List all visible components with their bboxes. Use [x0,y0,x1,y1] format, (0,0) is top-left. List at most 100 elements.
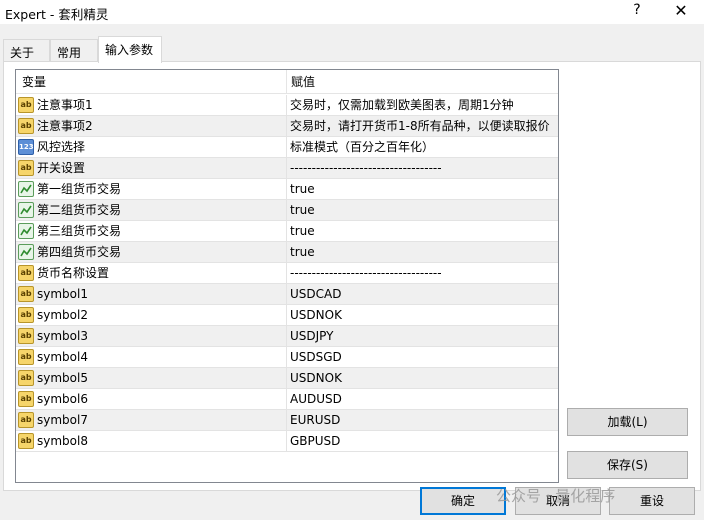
table-row[interactable]: 123 风控选择 标准模式（百分之百年化） [16,137,558,158]
tab-inputs[interactable]: 输入参数 [98,36,162,63]
variable-name: symbol3 [37,329,88,343]
variable-name: 第四组货币交易 [37,245,122,259]
load-button[interactable]: 加载(L) [567,408,688,436]
variable-name: 第三组货币交易 [37,224,122,238]
value-cell[interactable]: true [287,242,558,262]
variable-cell: ab symbol2 [16,305,287,325]
variable-name: 注意事项2 [37,119,93,133]
variable-cell: ab 货币名称设置 [16,263,287,283]
variable-name: symbol6 [37,392,88,406]
string-icon: ab [18,349,34,365]
bool-icon [18,181,34,197]
help-button[interactable]: ? [629,2,645,18]
table-row[interactable]: 第四组货币交易 true [16,242,558,263]
value-cell[interactable]: USDSGD [287,347,558,367]
variable-cell: ab symbol5 [16,368,287,388]
grid-header: 变量 赋值 [16,70,558,94]
value-cell[interactable]: true [287,179,558,199]
variable-cell: ab symbol7 [16,410,287,430]
variable-name: symbol5 [37,371,88,385]
variable-name: 注意事项1 [37,98,93,112]
number-icon: 123 [18,139,34,155]
variable-name: symbol4 [37,350,88,364]
variable-name: symbol8 [37,434,88,448]
string-icon: ab [18,118,34,134]
table-row[interactable]: ab symbol6 AUDUSD [16,389,558,410]
variable-cell: 第二组货币交易 [16,200,287,220]
parameters-grid[interactable]: 变量 赋值 ab 注意事项1 交易时，仅需加载到欧美图表，周期1分钟 ab 注意事项2 交… [15,69,559,483]
variable-cell: ab symbol1 [16,284,287,304]
string-icon: ab [18,370,34,386]
value-cell[interactable]: 交易时，仅需加载到欧美图表，周期1分钟 [287,95,558,115]
column-header-variable[interactable]: 变量 [16,70,287,94]
value-cell[interactable]: 交易时，请打开货币1-8所有品种，以便读取报价 [287,116,558,136]
variable-name: 第二组货币交易 [37,203,122,217]
string-icon: ab [18,391,34,407]
value-cell[interactable]: GBPUSD [287,431,558,451]
watermark: 公众号 · 量化程序 [496,487,616,505]
bool-icon [18,223,34,239]
table-row[interactable]: ab symbol1 USDCAD [16,284,558,305]
tab-about[interactable]: 关于 [3,39,50,62]
tab-panel-inputs: 变量 赋值 ab 注意事项1 交易时，仅需加载到欧美图表，周期1分钟 ab 注意事项2 交… [3,61,701,491]
variable-cell: ab 注意事项2 [16,116,287,136]
variable-name: symbol7 [37,413,88,427]
variable-name: 风控选择 [37,140,86,154]
save-button[interactable]: 保存(S) [567,451,688,479]
value-cell[interactable]: USDCAD [287,284,558,304]
value-cell[interactable]: true [287,221,558,241]
column-header-value[interactable]: 赋值 [287,70,558,94]
title-bar: Expert - 套利精灵 ? ✕ [0,0,704,24]
value-cell[interactable]: ----------------------------------- [287,158,558,178]
dialog-body: 关于 常用 输入参数 变量 赋值 ab 注意事项1 交易时，仅需加载到欧美图表，周期… [0,24,704,520]
variable-cell: ab 注意事项1 [16,95,287,115]
string-icon: ab [18,265,34,281]
reset-button[interactable]: 重设 [609,487,695,515]
table-row[interactable]: ab symbol8 GBPUSD [16,431,558,452]
value-cell[interactable]: true [287,200,558,220]
table-row[interactable]: 第三组货币交易 true [16,221,558,242]
variable-cell: ab symbol4 [16,347,287,367]
variable-cell: 123 风控选择 [16,137,287,157]
string-icon: ab [18,433,34,449]
variable-name: symbol2 [37,308,88,322]
grid-rows: ab 注意事项1 交易时，仅需加载到欧美图表，周期1分钟 ab 注意事项2 交易时，请打开… [16,95,558,452]
variable-name: 货币名称设置 [37,266,110,280]
string-icon: ab [18,160,34,176]
variable-cell: 第一组货币交易 [16,179,287,199]
table-row[interactable]: ab symbol4 USDSGD [16,347,558,368]
variable-cell: 第四组货币交易 [16,242,287,262]
tab-common[interactable]: 常用 [50,39,98,62]
variable-name: symbol1 [37,287,88,301]
value-cell[interactable]: ----------------------------------- [287,263,558,283]
string-icon: ab [18,412,34,428]
close-button[interactable]: ✕ [671,1,691,20]
variable-cell: 第三组货币交易 [16,221,287,241]
table-row[interactable]: ab symbol5 USDNOK [16,368,558,389]
value-cell[interactable]: USDNOK [287,305,558,325]
bool-icon [18,202,34,218]
variable-cell: ab 开关设置 [16,158,287,178]
table-row[interactable]: ab 货币名称设置 --------------------------------… [16,263,558,284]
string-icon: ab [18,328,34,344]
string-icon: ab [18,286,34,302]
table-row[interactable]: ab symbol3 USDJPY [16,326,558,347]
value-cell[interactable]: EURUSD [287,410,558,430]
value-cell[interactable]: USDJPY [287,326,558,346]
bool-icon [18,244,34,260]
variable-cell: ab symbol6 [16,389,287,409]
table-row[interactable]: 第二组货币交易 true [16,200,558,221]
table-row[interactable]: 第一组货币交易 true [16,179,558,200]
value-cell[interactable]: 标准模式（百分之百年化） [287,137,558,157]
variable-cell: ab symbol8 [16,431,287,451]
table-row[interactable]: ab 注意事项1 交易时，仅需加载到欧美图表，周期1分钟 [16,95,558,116]
table-row[interactable]: ab symbol2 USDNOK [16,305,558,326]
ok-button[interactable]: 确定 [420,487,506,515]
value-cell[interactable]: AUDUSD [287,389,558,409]
variable-name: 第一组货币交易 [37,182,122,196]
table-row[interactable]: ab 开关设置 ----------------------------------… [16,158,558,179]
table-row[interactable]: ab symbol7 EURUSD [16,410,558,431]
table-row[interactable]: ab 注意事项2 交易时，请打开货币1-8所有品种，以便读取报价 [16,116,558,137]
string-icon: ab [18,307,34,323]
value-cell[interactable]: USDNOK [287,368,558,388]
